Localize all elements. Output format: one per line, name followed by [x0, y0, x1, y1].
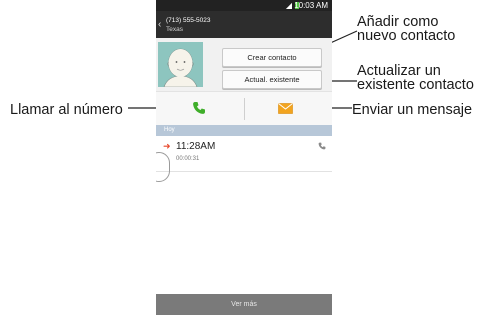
- title-bar: ‹ (713) 555-5023 Texas: [156, 11, 332, 38]
- call-log-row[interactable]: ➜ 11:28AM 00:00:31: [156, 137, 332, 172]
- phone-icon[interactable]: [192, 101, 206, 115]
- signal-icon: ◢: [285, 1, 292, 10]
- phone-small-icon[interactable]: [318, 142, 326, 150]
- phone-number: (713) 555-5023: [166, 17, 211, 24]
- callout-call-number: Llamar al número: [10, 102, 123, 118]
- callout-update-existing: Actualizar un existente contacto: [357, 63, 474, 93]
- call-duration: 00:00:31: [176, 156, 200, 162]
- outgoing-arrow-icon: ➜: [163, 141, 171, 151]
- create-contact-button[interactable]: Crear contacto: [222, 48, 322, 67]
- phone-location: Texas: [166, 26, 183, 33]
- section-label: Hoy: [164, 127, 175, 133]
- log-section-header: Hoy: [156, 125, 332, 136]
- status-bar: ◢ 10:03 AM: [156, 0, 332, 11]
- status-time: 10:03 AM: [294, 1, 328, 10]
- phone-screen: ◢ 10:03 AM ‹ (713) 555-5023 Texas Crear …: [156, 0, 332, 315]
- default-avatar-icon: [158, 42, 203, 88]
- back-chevron-icon[interactable]: ‹: [158, 19, 161, 30]
- callout-send-message: Enviar un mensaje: [352, 102, 473, 118]
- drag-handle[interactable]: [156, 152, 170, 182]
- update-existing-button[interactable]: Actual. existente: [222, 70, 322, 89]
- envelope-icon[interactable]: [278, 103, 293, 114]
- see-more-button[interactable]: Ver más: [156, 294, 332, 315]
- action-divider: [244, 98, 245, 120]
- callout-add-new-contact: Añadir como nuevo contacto: [357, 14, 456, 44]
- call-time: 11:28AM: [176, 141, 216, 152]
